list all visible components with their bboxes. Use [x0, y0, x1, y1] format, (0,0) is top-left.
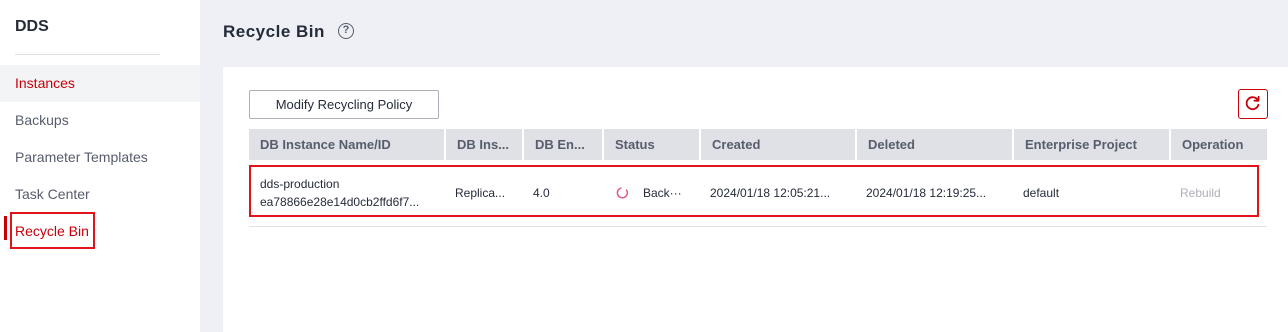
refresh-button[interactable]: [1238, 89, 1268, 119]
column-header-operation: Operation: [1169, 129, 1267, 160]
recycle-bin-table: DB Instance Name/ID DB Ins... DB En... S…: [249, 129, 1267, 227]
engine-cell: 4.0: [533, 186, 550, 200]
created-cell: 2024/01/18 12:05:21...: [710, 186, 831, 200]
column-header-created[interactable]: Created: [699, 129, 855, 160]
question-circle-icon[interactable]: ?: [338, 23, 354, 39]
column-header-name[interactable]: DB Instance Name/ID: [249, 129, 444, 160]
modify-recycling-policy-button[interactable]: Modify Recycling Policy: [249, 90, 439, 119]
recycle-bin-highlight-box: [10, 212, 95, 249]
rebuild-link[interactable]: Rebuild: [1169, 160, 1267, 226]
loading-spinner-icon: [616, 187, 629, 199]
instance-id: ea78866e28e14d0cb2ffd6f7...: [260, 195, 420, 209]
sidebar-item-backups[interactable]: Backups: [0, 102, 200, 139]
column-header-status[interactable]: Status: [602, 129, 699, 160]
enterprise-project-cell: default: [1023, 186, 1060, 200]
sidebar: DDS Instances Backups Parameter Template…: [0, 0, 200, 332]
content-card: Modify Recycling Policy DB Instance Name…: [223, 67, 1288, 332]
status-text: Back···: [643, 186, 682, 200]
instance-type-cell: Replica...: [455, 186, 506, 200]
instance-name: dds-production: [260, 177, 340, 191]
active-nav-marker: [4, 216, 7, 240]
column-header-engine[interactable]: DB En...: [522, 129, 602, 160]
column-header-enterprise-project[interactable]: Enterprise Project: [1012, 129, 1169, 160]
sidebar-item-instances[interactable]: Instances: [0, 65, 200, 102]
sidebar-title: DDS: [15, 18, 49, 35]
instance-name-cell: dds-production ea78866e28e14d0cb2ffd6f7.…: [249, 160, 444, 226]
status-cell: Back···: [602, 160, 699, 226]
refresh-icon: [1245, 95, 1260, 111]
table-row: dds-production ea78866e28e14d0cb2ffd6f7.…: [249, 160, 1267, 227]
deleted-cell: 2024/01/18 12:19:25...: [866, 186, 987, 200]
sidebar-item-task-center[interactable]: Task Center: [0, 176, 200, 213]
sidebar-item-parameter-templates[interactable]: Parameter Templates: [0, 139, 200, 176]
column-header-deleted[interactable]: Deleted: [855, 129, 1012, 160]
column-header-instance-type[interactable]: DB Ins...: [444, 129, 522, 160]
sidebar-divider: [15, 54, 160, 55]
table-header: DB Instance Name/ID DB Ins... DB En... S…: [249, 129, 1267, 160]
page-title: Recycle Bin: [223, 22, 325, 41]
